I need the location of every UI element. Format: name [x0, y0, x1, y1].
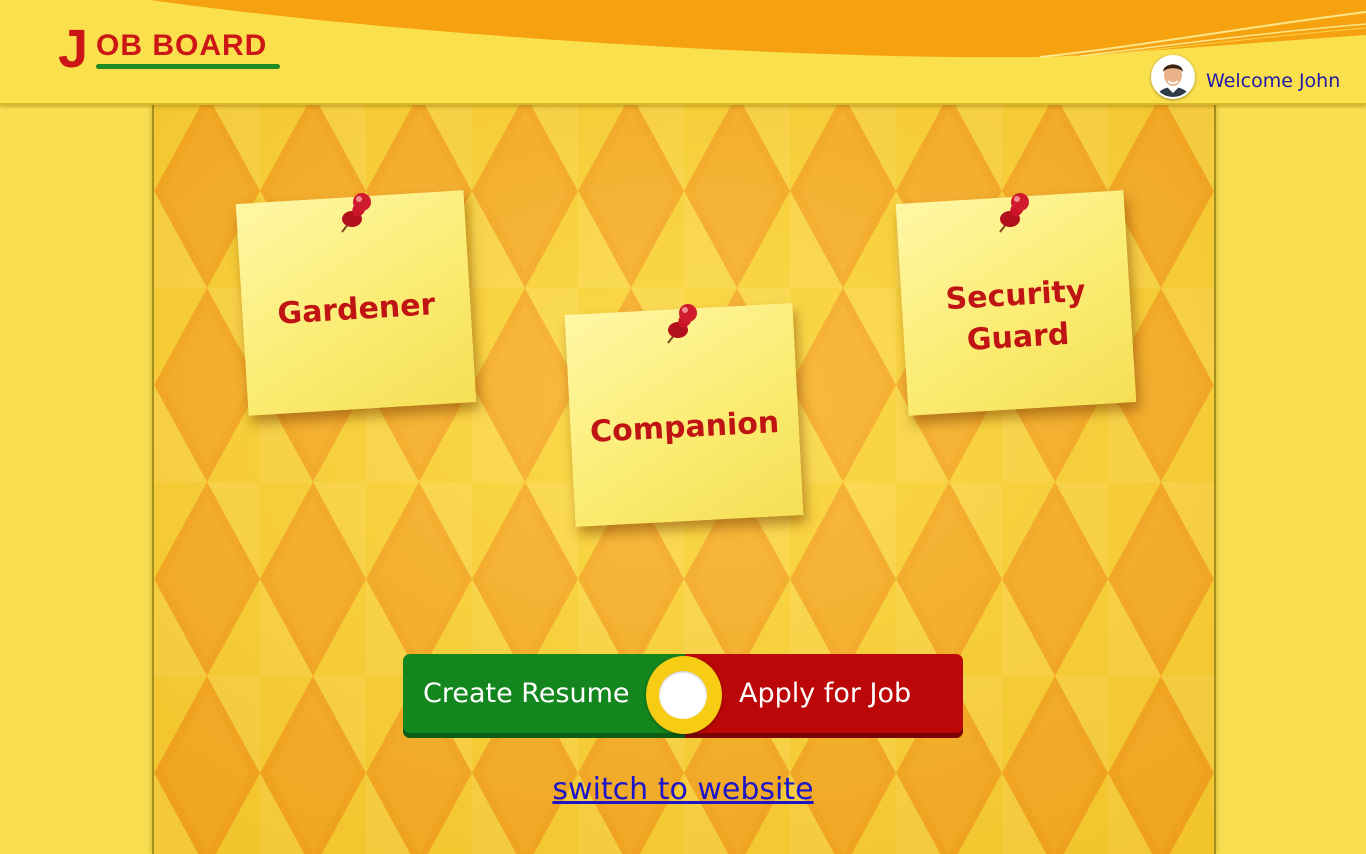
logo-text: OB BOARD — [96, 29, 268, 62]
job-board-panel: Gardener Companion Security Guard — [152, 105, 1216, 854]
welcome-text: Welcome John — [1206, 70, 1341, 92]
create-resume-button[interactable]: Create Resume — [403, 654, 685, 738]
push-pin-icon — [999, 193, 1029, 233]
apply-for-job-button[interactable]: Apply for Job — [685, 654, 963, 738]
switch-to-website-link[interactable]: switch to website — [0, 772, 1366, 807]
push-pin-icon — [341, 193, 371, 233]
toggle-knob[interactable] — [646, 656, 722, 734]
header-bar: J OB BOARD Welcome John — [0, 0, 1366, 105]
job-board-logo[interactable]: J OB BOARD — [58, 22, 284, 84]
logo-underline — [96, 64, 280, 69]
action-toggle: Create Resume Apply for Job — [403, 654, 963, 738]
avatar-icon — [1153, 57, 1193, 97]
logo-initial: J — [58, 19, 88, 79]
push-pin-icon — [667, 304, 697, 344]
create-resume-label: Create Resume — [423, 678, 630, 709]
apply-for-job-label: Apply for Job — [739, 678, 912, 709]
toggle-knob-center — [659, 671, 707, 719]
job-note-label: Gardener — [276, 287, 437, 332]
job-note-label: Companion — [589, 405, 781, 450]
job-note-label: Security Guard — [901, 268, 1134, 366]
user-avatar[interactable] — [1151, 55, 1195, 99]
